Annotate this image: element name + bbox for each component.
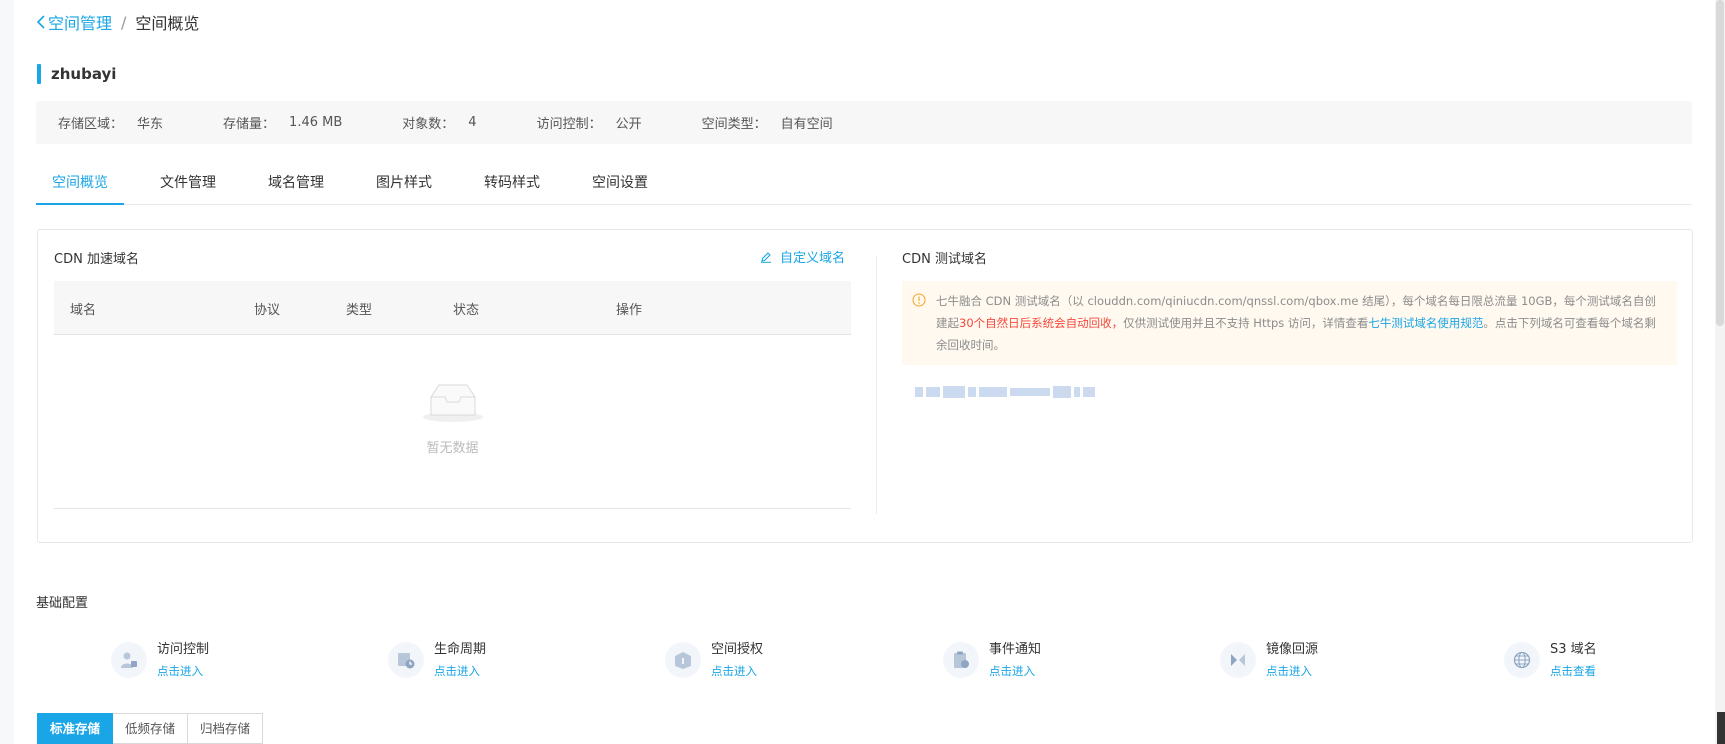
column-type: 类型: [346, 303, 373, 318]
notice-part2: 仅供测试使用并且不支持 Https 访问，详情查看: [1123, 316, 1369, 330]
bucket-title-accent: [37, 64, 41, 84]
tab-domain-management[interactable]: 域名管理: [252, 170, 340, 204]
empty-text: 暂无数据: [426, 441, 479, 456]
bucket-tabs: 空间概览 文件管理 域名管理 图片样式 转码样式 空间设置: [36, 170, 1692, 205]
column-protocol: 协议: [254, 303, 281, 318]
globe-icon: [1504, 642, 1540, 678]
cdn-domain-table: 域名 协议 类型 状态 操作 暂无数据: [54, 281, 851, 509]
info-region: 存储区域： 华东: [58, 113, 163, 132]
chevron-left-icon: [36, 15, 45, 29]
notice-highlight: 30个自然日后系统会自动回收，: [959, 316, 1124, 330]
feature-name: 生命周期: [434, 642, 487, 657]
feature-enter-link[interactable]: 点击进入: [989, 663, 1035, 679]
tab-transcode-styles[interactable]: 转码样式: [468, 170, 556, 204]
feature-enter-link[interactable]: 点击进入: [711, 663, 757, 679]
feature-enter-link[interactable]: 点击进入: [1266, 663, 1312, 679]
info-objects-value: 4: [468, 115, 477, 130]
custom-domain-button[interactable]: 自定义域名: [760, 247, 845, 266]
scrollbar-thumb[interactable]: [1716, 0, 1724, 326]
event-notification-icon: [943, 642, 979, 678]
column-status: 状态: [453, 303, 480, 318]
scrollbar-corner: [1717, 712, 1725, 744]
info-objects: 对象数： 4: [402, 113, 476, 132]
mirror-source-icon: [1220, 642, 1256, 678]
panel-divider: [876, 256, 877, 514]
bucket-header: zhubayi: [37, 64, 116, 84]
info-storage-value: 1.46 MB: [289, 115, 343, 130]
feature-view-link[interactable]: 点击查看: [1550, 663, 1596, 679]
breadcrumb-back-label: 空间管理: [48, 14, 113, 33]
test-domain-notice: 七牛融合 CDN 测试域名（以 clouddn.com/qiniucdn.com…: [902, 281, 1677, 365]
storage-tab-infrequent[interactable]: 低频存储: [113, 713, 189, 744]
tab-image-styles[interactable]: 图片样式: [360, 170, 448, 204]
column-actions: 操作: [616, 303, 643, 318]
info-access: 访问控制： 公开: [537, 113, 642, 132]
custom-domain-label: 自定义域名: [780, 251, 846, 266]
info-type-value: 自有空间: [780, 117, 833, 132]
table-empty-state: 暂无数据: [54, 335, 851, 509]
feature-name: 访问控制: [157, 642, 210, 657]
vertical-scrollbar[interactable]: [1715, 0, 1725, 744]
tab-file-management[interactable]: 文件管理: [144, 170, 232, 204]
test-domain-title: CDN 测试域名: [902, 252, 987, 267]
space-authorization-icon: [665, 642, 701, 678]
empty-inbox-icon: [423, 384, 483, 422]
breadcrumb: 空间管理 / 空间概览: [36, 10, 199, 34]
breadcrumb-back-link[interactable]: 空间管理: [36, 10, 112, 34]
info-storage-label: 存储量：: [223, 117, 276, 132]
breadcrumb-separator: /: [121, 12, 127, 32]
storage-class-tabs: 标准存储 低频存储 归档存储: [37, 713, 264, 744]
cdn-domain-title: CDN 加速域名: [54, 252, 139, 267]
info-access-value: 公开: [615, 117, 642, 132]
table-header: 域名 协议 类型 状态 操作: [54, 281, 851, 335]
info-region-value: 华东: [137, 117, 164, 132]
domain-panel: CDN 加速域名 自定义域名 域名 协议 类型 状态 操作 暂无数据 CDN 测…: [37, 229, 1693, 543]
notice-text: 七牛融合 CDN 测试域名（以 clouddn.com/qiniucdn.com…: [936, 290, 1666, 356]
edit-icon: [761, 251, 771, 263]
feature-name: S3 域名: [1550, 642, 1597, 657]
warning-icon: [912, 293, 926, 307]
storage-tab-standard[interactable]: 标准存储: [37, 713, 114, 744]
feature-name: 镜像回源: [1266, 642, 1319, 657]
feature-enter-link[interactable]: 点击进入: [434, 663, 480, 679]
feature-enter-link[interactable]: 点击进入: [157, 663, 203, 679]
basic-config-title: 基础配置: [36, 596, 89, 611]
info-objects-label: 对象数：: [402, 117, 455, 132]
lifecycle-icon: [388, 642, 424, 678]
info-region-label: 存储区域：: [58, 117, 124, 132]
tab-space-settings[interactable]: 空间设置: [576, 170, 664, 204]
info-access-label: 访问控制：: [536, 117, 602, 132]
column-domain: 域名: [70, 303, 97, 318]
info-type-label: 空间类型：: [701, 117, 767, 132]
info-type: 空间类型： 自有空间: [702, 113, 833, 132]
notice-spec-link[interactable]: 七牛测试域名使用规范: [1368, 316, 1483, 330]
info-storage: 存储量： 1.46 MB: [223, 113, 342, 132]
feature-name: 空间授权: [711, 642, 764, 657]
bucket-info-bar: 存储区域： 华东 存储量： 1.46 MB 对象数： 4 访问控制： 公开 空间…: [36, 101, 1692, 144]
feature-name: 事件通知: [989, 642, 1042, 657]
test-domain-link-masked[interactable]: [915, 385, 1115, 399]
breadcrumb-current: 空间概览: [135, 14, 200, 33]
page-left-edge: [0, 0, 14, 744]
storage-tab-archive[interactable]: 归档存储: [188, 713, 264, 744]
tab-overview[interactable]: 空间概览: [36, 170, 124, 205]
bucket-name: zhubayi: [51, 65, 117, 83]
access-control-icon: [111, 642, 147, 678]
